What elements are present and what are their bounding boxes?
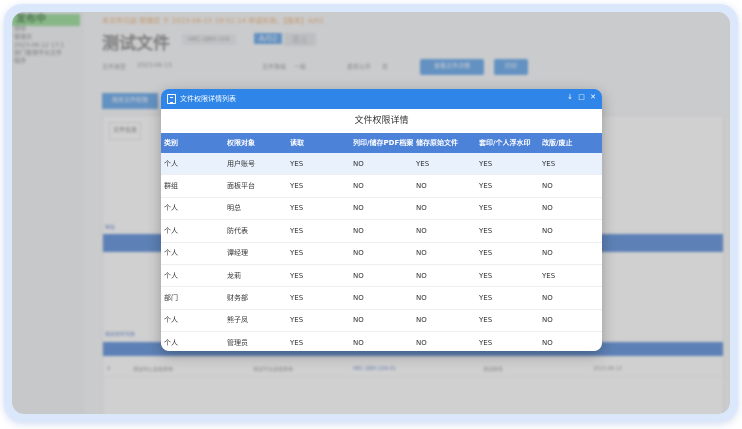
table-cell: YES <box>476 219 539 243</box>
table-heading: 文件权限详情 <box>354 116 409 126</box>
table-cell: 财务部 <box>224 286 287 310</box>
table-cell: NO <box>350 286 413 310</box>
table-row[interactable]: 部门 财务部 YES NO NO YES NO <box>161 286 602 310</box>
table-cell: YES <box>287 219 350 243</box>
table-cell: 用户账号 <box>224 153 287 176</box>
column-header: 读取 <box>287 133 350 153</box>
table-row[interactable]: 个人 熊子凤 YES NO NO YES NO <box>161 309 602 333</box>
table-cell: 个人 <box>161 264 224 288</box>
table-cell: 个人 <box>161 309 224 333</box>
table-cell: 个人 <box>161 197 224 221</box>
table-row[interactable]: 个人 谭经理 YES NO NO YES NO <box>161 242 602 265</box>
table-cell: NO <box>413 242 476 265</box>
table-cell: YES <box>476 153 539 176</box>
table-cell: NO <box>413 174 476 198</box>
table-cell: YES <box>539 264 602 288</box>
table-cell: YES <box>287 242 350 265</box>
table-cell: NO <box>413 331 476 351</box>
device-frame: 发布中 领导 管理员 2023-06-12 17:1 部门管理平台文件 程序 本… <box>4 4 738 422</box>
table-cell: NO <box>413 286 476 310</box>
table-cell: NO <box>413 197 476 221</box>
table-cell: NO <box>539 242 602 265</box>
table-cell: YES <box>413 153 476 176</box>
table-cell: NO <box>350 219 413 243</box>
table-cell: NO <box>413 309 476 333</box>
table-cell: YES <box>476 174 539 198</box>
permissions-table: 类别 权限对象 读取 列印/储存PDF档案 储存原始文件 套印/个人浮水印 改版… <box>161 133 602 351</box>
table-cell: NO <box>539 174 602 198</box>
table-cell: 管理员 <box>224 331 287 351</box>
table-cell: 面板平台 <box>224 174 287 198</box>
table-row[interactable]: 个人 防代表 YES NO NO YES NO <box>161 219 602 243</box>
table-cell: NO <box>539 331 602 351</box>
table-cell: YES <box>287 309 350 333</box>
table-cell: NO <box>413 264 476 288</box>
table-cell: NO <box>350 309 413 333</box>
table-cell: 熊子凤 <box>224 309 287 333</box>
table-row[interactable]: 群组 面板平台 YES NO NO YES NO <box>161 174 602 198</box>
document-icon <box>167 94 176 104</box>
table-cell: YES <box>476 264 539 288</box>
table-cell: YES <box>476 242 539 265</box>
table-cell: 个人 <box>161 331 224 351</box>
table-cell: YES <box>287 153 350 176</box>
table-cell: 明总 <box>224 197 287 221</box>
table-cell: YES <box>287 174 350 198</box>
table-cell: NO <box>350 242 413 265</box>
table-cell: YES <box>287 286 350 310</box>
table-cell: NO <box>539 197 602 221</box>
table-cell: NO <box>539 286 602 310</box>
table-cell: YES <box>476 286 539 310</box>
table-row[interactable]: 个人 用户账号 YES NO YES YES YES <box>161 153 602 176</box>
table-cell: 个人 <box>161 153 224 176</box>
table-cell: NO <box>350 197 413 221</box>
table-cell: YES <box>287 264 350 288</box>
column-header: 储存原始文件 <box>413 133 476 153</box>
column-header: 列印/储存PDF档案 <box>350 133 413 153</box>
table-cell: 部门 <box>161 286 224 310</box>
table-row[interactable]: 个人 管理员 YES NO NO YES NO <box>161 331 602 351</box>
table-cell: YES <box>287 331 350 351</box>
column-header: 权限对象 <box>224 133 287 153</box>
table-cell: NO <box>350 264 413 288</box>
table-cell: YES <box>539 153 602 176</box>
table-cell: YES <box>287 197 350 221</box>
table-cell: 谭经理 <box>224 242 287 265</box>
table-cell: 龙莉 <box>224 264 287 288</box>
table-cell: YES <box>476 197 539 221</box>
column-header: 套印/个人浮水印 <box>476 133 539 153</box>
table-cell: 群组 <box>161 174 224 198</box>
permissions-dialog: 文件权限详情列表 ↓ □ ✕ 文件权限详情 类别 权限对象 读取 列印/储存PD… <box>161 89 602 351</box>
dialog-title: 文件权限详情列表 <box>180 95 236 103</box>
close-icon[interactable]: ✕ <box>590 93 596 101</box>
screen: 发布中 领导 管理员 2023-06-12 17:1 部门管理平台文件 程序 本… <box>12 12 730 414</box>
column-header: 改版/废止 <box>539 133 602 153</box>
table-cell: NO <box>350 153 413 176</box>
table-cell: 防代表 <box>224 219 287 243</box>
table-cell: YES <box>476 331 539 351</box>
dialog-titlebar[interactable]: 文件权限详情列表 ↓ □ ✕ <box>161 89 602 109</box>
column-header: 类别 <box>161 133 224 153</box>
table-header-row: 类别 权限对象 读取 列印/储存PDF档案 储存原始文件 套印/个人浮水印 改版… <box>161 133 602 153</box>
table-cell: NO <box>350 331 413 351</box>
table-cell: NO <box>413 219 476 243</box>
window-controls: ↓ □ ✕ <box>564 93 596 101</box>
table-cell: 个人 <box>161 219 224 243</box>
table-cell: 个人 <box>161 242 224 265</box>
table-row[interactable]: 个人 龙莉 YES NO NO YES YES <box>161 264 602 288</box>
table-cell: NO <box>350 174 413 198</box>
table-cell: NO <box>539 219 602 243</box>
table-cell: YES <box>476 309 539 333</box>
table-row[interactable]: 个人 明总 YES NO NO YES NO <box>161 197 602 221</box>
table-cell: NO <box>539 309 602 333</box>
collapse-icon[interactable]: ↓ <box>567 93 573 101</box>
maximize-icon[interactable]: □ <box>578 93 585 101</box>
